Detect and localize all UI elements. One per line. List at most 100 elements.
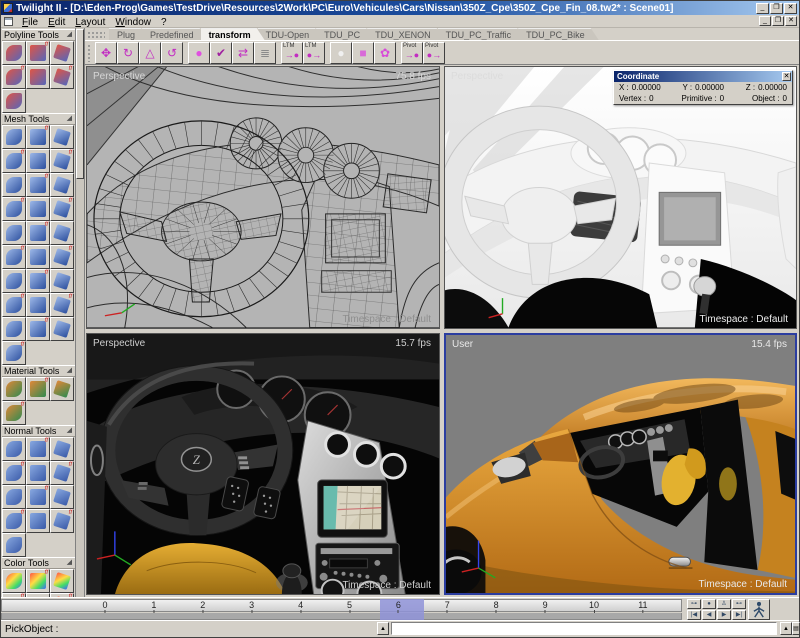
menu-layout[interactable]: Layout: [70, 17, 110, 28]
mesh-tool-6[interactable]: [50, 149, 74, 173]
tab-tdu-xenon[interactable]: TDU_XENON: [367, 28, 445, 40]
minimize-button[interactable]: _: [756, 3, 769, 14]
actor-button[interactable]: ♙: [717, 599, 731, 609]
viewport-bottom-left-textured[interactable]: Z: [86, 333, 440, 596]
restore-button-child[interactable]: ❐: [772, 16, 784, 26]
mesh-tool-10[interactable]: [2, 197, 26, 221]
mesh-tool-26[interactable]: [26, 317, 50, 341]
tool-scale-button[interactable]: △: [139, 42, 161, 64]
polyline-tool-5[interactable]: [26, 65, 50, 89]
mesh-tool-2[interactable]: [26, 125, 50, 149]
section-expand-icon[interactable]: ◢: [67, 365, 75, 377]
normal-tool-12[interactable]: [50, 509, 74, 533]
tool-rotate-button[interactable]: ↻: [117, 42, 139, 64]
toolbar-grip[interactable]: [87, 44, 92, 62]
polyline-tool-1[interactable]: [2, 41, 26, 65]
section-header-normal-tools[interactable]: Normal Tools◢: [2, 425, 75, 437]
mesh-tool-1[interactable]: [2, 125, 26, 149]
record-button[interactable]: ●: [702, 599, 716, 609]
character-mode-button[interactable]: [748, 599, 770, 620]
mesh-tool-27[interactable]: [50, 317, 74, 341]
tab-tdu-pc-traffic[interactable]: TDU_PC_Traffic: [438, 28, 526, 40]
polyline-tool-6[interactable]: [50, 65, 74, 89]
section-header-polyline-tools[interactable]: Polyline Tools◢: [2, 29, 75, 41]
tabbar-grip[interactable]: [87, 31, 105, 39]
normal-tool-8[interactable]: [26, 485, 50, 509]
menu-file[interactable]: File: [17, 17, 43, 28]
section-header-mesh-tools[interactable]: Mesh Tools◢: [2, 113, 75, 125]
section-expand-icon[interactable]: ◢: [67, 425, 75, 437]
section-expand-icon[interactable]: ◢: [67, 557, 75, 569]
mesh-tool-12[interactable]: [50, 197, 74, 221]
material-tool-3[interactable]: [50, 377, 74, 401]
tool-pink-box-button[interactable]: ■: [352, 42, 374, 64]
tab-tdu-open[interactable]: TDU-Open: [258, 28, 324, 40]
menu-edit[interactable]: Edit: [43, 17, 70, 28]
tool-pivot-in-button[interactable]: Pivot→●: [401, 42, 423, 64]
exterior-scene[interactable]: [446, 335, 795, 594]
tool-link-arrows-button[interactable]: ⇄: [232, 42, 254, 64]
step-forward-button[interactable]: ▶|: [732, 610, 746, 620]
tool-translate-button[interactable]: ✥: [95, 42, 117, 64]
coordinate-close-button[interactable]: ✕: [782, 72, 791, 81]
mesh-tool-28[interactable]: [2, 341, 26, 365]
pick-object-input[interactable]: [391, 622, 777, 635]
shaded-scene[interactable]: [445, 67, 796, 328]
status-up-button[interactable]: ▲: [780, 622, 792, 635]
mesh-tool-11[interactable]: [26, 197, 50, 221]
viewport-top-right-shaded[interactable]: Perspective Timespace : Default Coordina…: [444, 66, 797, 329]
section-expand-icon[interactable]: ◢: [67, 29, 75, 41]
timeline-ruler[interactable]: 0123456789101112: [1, 599, 682, 612]
polyline-tool-2[interactable]: [26, 41, 50, 65]
mesh-tool-23[interactable]: [26, 293, 50, 317]
section-header-color-tools[interactable]: Color Tools◢: [2, 557, 75, 569]
close-button-child[interactable]: ✕: [785, 16, 797, 26]
tab-tdu-pc-bike[interactable]: TDU_PC_Bike: [518, 28, 599, 40]
tab-predefined[interactable]: Predefined: [142, 28, 208, 40]
close-button[interactable]: ✕: [784, 3, 797, 14]
normal-tool-6[interactable]: [50, 461, 74, 485]
mesh-tool-21[interactable]: [50, 269, 74, 293]
color-tool-3[interactable]: [50, 569, 74, 593]
mesh-tool-8[interactable]: [26, 173, 50, 197]
timeline-track[interactable]: [1, 613, 682, 620]
sidebar-scrollbar[interactable]: [75, 28, 84, 597]
tool-pivot-out-button[interactable]: Pivot●→: [423, 42, 445, 64]
document-icon[interactable]: [4, 17, 13, 26]
mesh-tool-20[interactable]: [26, 269, 50, 293]
viewport-label[interactable]: Perspective: [93, 338, 145, 349]
normal-tool-10[interactable]: [2, 509, 26, 533]
normal-tool-5[interactable]: [26, 461, 50, 485]
mesh-tool-24[interactable]: [50, 293, 74, 317]
pick-spinner-button[interactable]: ▲: [377, 622, 389, 635]
mesh-tool-7[interactable]: [2, 173, 26, 197]
material-tool-2[interactable]: [26, 377, 50, 401]
restore-button[interactable]: ❐: [770, 3, 783, 14]
mesh-tool-13[interactable]: [2, 221, 26, 245]
status-options-button[interactable]: ▤: [792, 622, 800, 635]
minimize-button-child[interactable]: _: [759, 16, 771, 26]
normal-tool-13[interactable]: [2, 533, 26, 557]
polyline-tool-4[interactable]: [2, 65, 26, 89]
normal-tool-7[interactable]: [2, 485, 26, 509]
tool-light-button[interactable]: ●: [188, 42, 210, 64]
mesh-tool-3[interactable]: [50, 125, 74, 149]
go-start-button[interactable]: |◀: [687, 610, 701, 620]
mesh-tool-19[interactable]: [2, 269, 26, 293]
tool-sphere-button[interactable]: ●: [330, 42, 352, 64]
mesh-tool-4[interactable]: [2, 149, 26, 173]
wireframe-scene[interactable]: [87, 67, 439, 328]
viewport-bottom-right-exterior[interactable]: User 15.4 fps Timespace : Default: [444, 333, 797, 596]
color-tool-2[interactable]: [26, 569, 50, 593]
normal-tool-11[interactable]: [26, 509, 50, 533]
mesh-tool-18[interactable]: [50, 245, 74, 269]
tool-list-button[interactable]: ≣: [254, 42, 276, 64]
set-key-button[interactable]: ⊶: [687, 599, 701, 609]
tool-paste-transform-button[interactable]: ↺: [161, 42, 183, 64]
viewport-top-left-wireframe[interactable]: Perspective 75.8 fps Timespace : Default: [86, 66, 440, 329]
mesh-tool-17[interactable]: [26, 245, 50, 269]
viewport-label[interactable]: Perspective: [451, 71, 503, 82]
copy-key-button[interactable]: ⊷: [732, 599, 746, 609]
menu-help[interactable]: ?: [156, 17, 172, 28]
timeline-current-frame[interactable]: [380, 599, 424, 620]
